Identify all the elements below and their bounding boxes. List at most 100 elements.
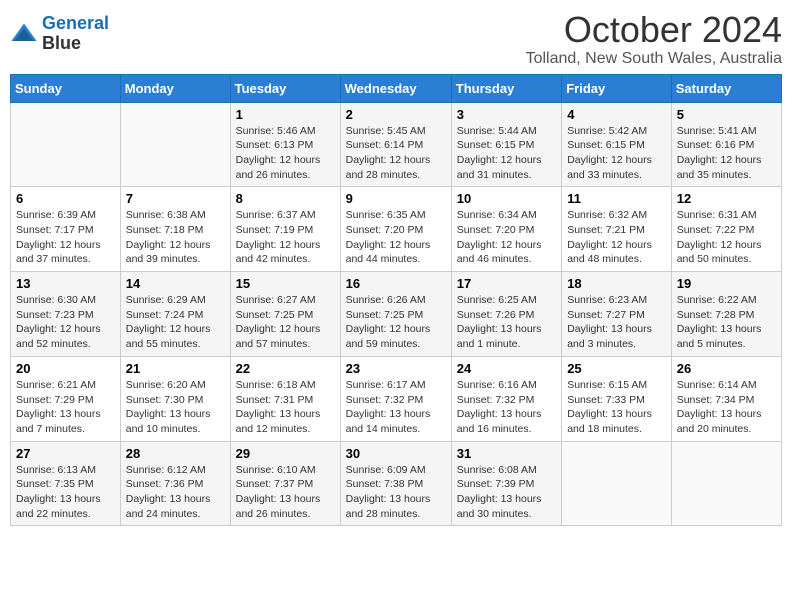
calendar-cell: 30 Sunrise: 6:09 AM Sunset: 7:38 PM Dayli…	[340, 441, 451, 526]
day-info: Sunrise: 6:23 AM Sunset: 7:27 PM Dayligh…	[567, 293, 666, 352]
calendar-cell: 19 Sunrise: 6:22 AM Sunset: 7:28 PM Dayli…	[671, 272, 781, 357]
calendar-cell: 18 Sunrise: 6:23 AM Sunset: 7:27 PM Dayli…	[562, 272, 672, 357]
calendar-cell	[11, 102, 121, 187]
calendar-cell: 27 Sunrise: 6:13 AM Sunset: 7:35 PM Dayli…	[11, 441, 121, 526]
day-info: Sunrise: 6:17 AM Sunset: 7:32 PM Dayligh…	[346, 378, 446, 437]
day-info: Sunrise: 6:32 AM Sunset: 7:21 PM Dayligh…	[567, 208, 666, 267]
day-info: Sunrise: 6:09 AM Sunset: 7:38 PM Dayligh…	[346, 463, 446, 522]
calendar-cell: 3 Sunrise: 5:44 AM Sunset: 6:15 PM Daylig…	[451, 102, 561, 187]
day-number: 21	[126, 361, 225, 376]
day-number: 25	[567, 361, 666, 376]
logo-icon	[10, 20, 38, 48]
day-number: 19	[677, 276, 776, 291]
column-header-tuesday: Tuesday	[230, 74, 340, 102]
day-info: Sunrise: 6:13 AM Sunset: 7:35 PM Dayligh…	[16, 463, 115, 522]
calendar-subtitle: Tolland, New South Wales, Australia	[526, 50, 782, 68]
column-header-wednesday: Wednesday	[340, 74, 451, 102]
day-number: 7	[126, 191, 225, 206]
day-number: 24	[457, 361, 556, 376]
day-number: 10	[457, 191, 556, 206]
day-info: Sunrise: 5:46 AM Sunset: 6:13 PM Dayligh…	[236, 124, 335, 183]
calendar-cell: 28Sunrise: 6:12 AM Sunset: 7:36 PM Dayli…	[120, 441, 230, 526]
day-info: Sunrise: 6:27 AM Sunset: 7:25 PM Dayligh…	[236, 293, 335, 352]
day-number: 11	[567, 191, 666, 206]
calendar-cell: 11 Sunrise: 6:32 AM Sunset: 7:21 PM Dayli…	[562, 187, 672, 272]
day-number: 22	[236, 361, 335, 376]
day-number: 18	[567, 276, 666, 291]
calendar-week-row: 20 Sunrise: 6:21 AM Sunset: 7:29 PM Dayli…	[11, 356, 782, 441]
day-number: 4	[567, 107, 666, 122]
calendar-cell: 24Sunrise: 6:16 AM Sunset: 7:32 PM Dayli…	[451, 356, 561, 441]
day-info: Sunrise: 6:35 AM Sunset: 7:20 PM Dayligh…	[346, 208, 446, 267]
day-number: 23	[346, 361, 446, 376]
day-info: Sunrise: 6:38 AM Sunset: 7:18 PM Dayligh…	[126, 208, 225, 267]
column-header-thursday: Thursday	[451, 74, 561, 102]
day-number: 16	[346, 276, 446, 291]
calendar-cell: 8Sunrise: 6:37 AM Sunset: 7:19 PM Daylig…	[230, 187, 340, 272]
day-info: Sunrise: 5:45 AM Sunset: 6:14 PM Dayligh…	[346, 124, 446, 183]
calendar-cell: 2Sunrise: 5:45 AM Sunset: 6:14 PM Daylig…	[340, 102, 451, 187]
day-info: Sunrise: 6:25 AM Sunset: 7:26 PM Dayligh…	[457, 293, 556, 352]
calendar-header-row: SundayMondayTuesdayWednesdayThursdayFrid…	[11, 74, 782, 102]
calendar-week-row: 1 Sunrise: 5:46 AM Sunset: 6:13 PM Daylig…	[11, 102, 782, 187]
day-number: 3	[457, 107, 556, 122]
calendar-cell: 17 Sunrise: 6:25 AM Sunset: 7:26 PM Dayli…	[451, 272, 561, 357]
calendar-cell: 21 Sunrise: 6:20 AM Sunset: 7:30 PM Dayli…	[120, 356, 230, 441]
logo-general: General	[42, 13, 109, 33]
calendar-cell: 7 Sunrise: 6:38 AM Sunset: 7:18 PM Daylig…	[120, 187, 230, 272]
day-number: 15	[236, 276, 335, 291]
calendar-week-row: 27 Sunrise: 6:13 AM Sunset: 7:35 PM Dayli…	[11, 441, 782, 526]
calendar-cell: 16 Sunrise: 6:26 AM Sunset: 7:25 PM Dayli…	[340, 272, 451, 357]
calendar-table: SundayMondayTuesdayWednesdayThursdayFrid…	[10, 74, 782, 527]
calendar-cell: 5Sunrise: 5:41 AM Sunset: 6:16 PM Daylig…	[671, 102, 781, 187]
calendar-cell: 10 Sunrise: 6:34 AM Sunset: 7:20 PM Dayli…	[451, 187, 561, 272]
day-info: Sunrise: 6:15 AM Sunset: 7:33 PM Dayligh…	[567, 378, 666, 437]
day-number: 27	[16, 446, 115, 461]
column-header-sunday: Sunday	[11, 74, 121, 102]
calendar-cell: 20 Sunrise: 6:21 AM Sunset: 7:29 PM Dayli…	[11, 356, 121, 441]
day-info: Sunrise: 6:10 AM Sunset: 7:37 PM Dayligh…	[236, 463, 335, 522]
day-info: Sunrise: 6:14 AM Sunset: 7:34 PM Dayligh…	[677, 378, 776, 437]
page-header: General Blue October 2024 Tolland, New S…	[10, 10, 782, 68]
calendar-cell: 6Sunrise: 6:39 AM Sunset: 7:17 PM Daylig…	[11, 187, 121, 272]
day-info: Sunrise: 6:18 AM Sunset: 7:31 PM Dayligh…	[236, 378, 335, 437]
calendar-cell	[120, 102, 230, 187]
day-number: 29	[236, 446, 335, 461]
day-number: 30	[346, 446, 446, 461]
day-number: 1	[236, 107, 335, 122]
logo-text: General Blue	[42, 14, 109, 54]
calendar-cell: 22 Sunrise: 6:18 AM Sunset: 7:31 PM Dayli…	[230, 356, 340, 441]
calendar-cell: 23 Sunrise: 6:17 AM Sunset: 7:32 PM Dayli…	[340, 356, 451, 441]
calendar-title: October 2024	[526, 10, 782, 50]
day-info: Sunrise: 6:08 AM Sunset: 7:39 PM Dayligh…	[457, 463, 556, 522]
day-info: Sunrise: 6:34 AM Sunset: 7:20 PM Dayligh…	[457, 208, 556, 267]
day-number: 31	[457, 446, 556, 461]
day-info: Sunrise: 6:26 AM Sunset: 7:25 PM Dayligh…	[346, 293, 446, 352]
column-header-friday: Friday	[562, 74, 672, 102]
calendar-cell: 13Sunrise: 6:30 AM Sunset: 7:23 PM Dayli…	[11, 272, 121, 357]
day-number: 12	[677, 191, 776, 206]
day-number: 14	[126, 276, 225, 291]
day-info: Sunrise: 6:20 AM Sunset: 7:30 PM Dayligh…	[126, 378, 225, 437]
day-info: Sunrise: 6:29 AM Sunset: 7:24 PM Dayligh…	[126, 293, 225, 352]
day-number: 26	[677, 361, 776, 376]
calendar-week-row: 6Sunrise: 6:39 AM Sunset: 7:17 PM Daylig…	[11, 187, 782, 272]
day-info: Sunrise: 5:41 AM Sunset: 6:16 PM Dayligh…	[677, 124, 776, 183]
day-info: Sunrise: 5:44 AM Sunset: 6:15 PM Dayligh…	[457, 124, 556, 183]
column-header-monday: Monday	[120, 74, 230, 102]
day-info: Sunrise: 6:21 AM Sunset: 7:29 PM Dayligh…	[16, 378, 115, 437]
calendar-cell: 1 Sunrise: 5:46 AM Sunset: 6:13 PM Daylig…	[230, 102, 340, 187]
calendar-cell	[562, 441, 672, 526]
day-number: 6	[16, 191, 115, 206]
day-info: Sunrise: 6:31 AM Sunset: 7:22 PM Dayligh…	[677, 208, 776, 267]
calendar-cell: 26 Sunrise: 6:14 AM Sunset: 7:34 PM Dayli…	[671, 356, 781, 441]
day-number: 17	[457, 276, 556, 291]
logo-blue: Blue	[42, 33, 81, 53]
calendar-cell: 29 Sunrise: 6:10 AM Sunset: 7:37 PM Dayli…	[230, 441, 340, 526]
day-info: Sunrise: 6:22 AM Sunset: 7:28 PM Dayligh…	[677, 293, 776, 352]
logo: General Blue	[10, 14, 109, 54]
calendar-cell: 31 Sunrise: 6:08 AM Sunset: 7:39 PM Dayli…	[451, 441, 561, 526]
day-number: 20	[16, 361, 115, 376]
day-number: 9	[346, 191, 446, 206]
day-info: Sunrise: 5:42 AM Sunset: 6:15 PM Dayligh…	[567, 124, 666, 183]
